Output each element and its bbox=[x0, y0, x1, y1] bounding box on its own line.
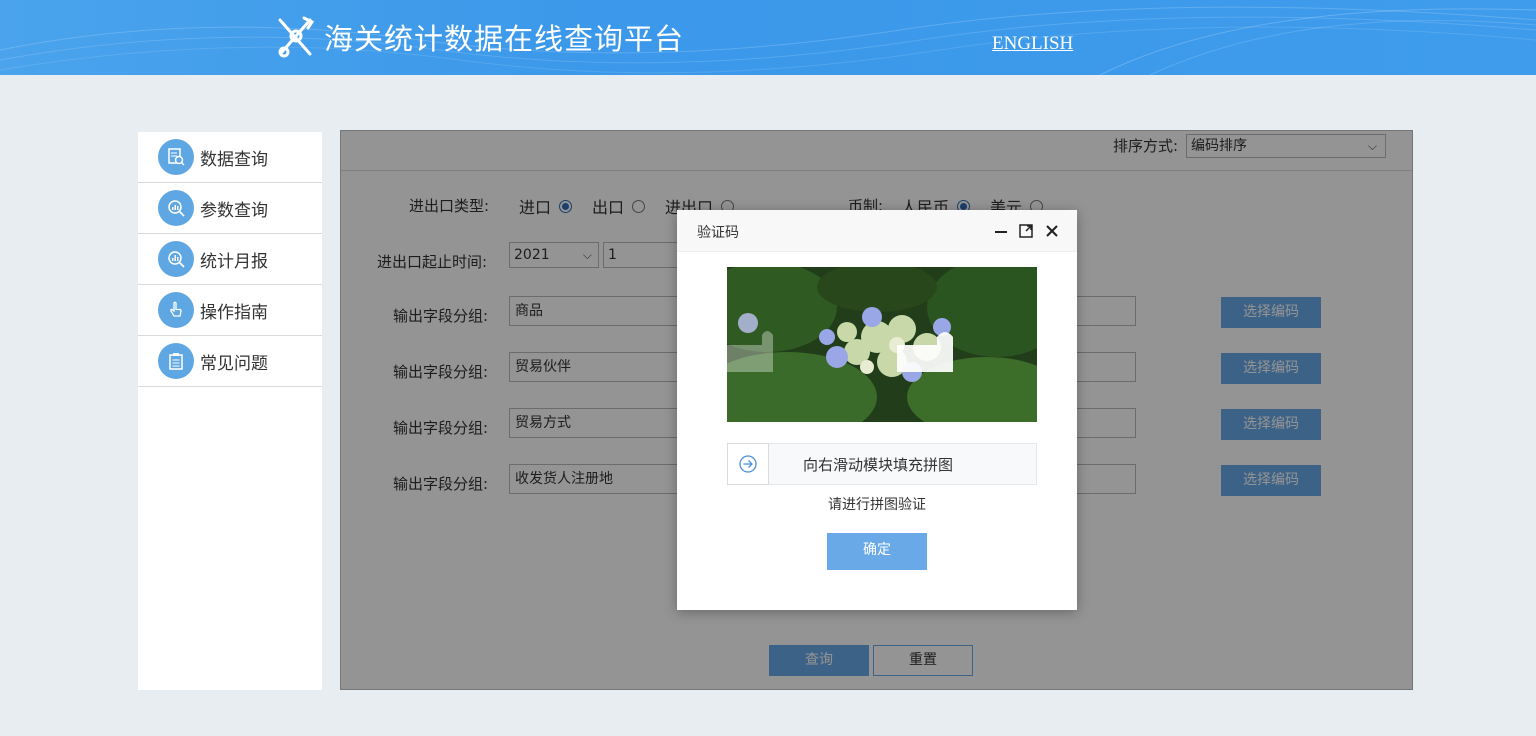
document-search-icon bbox=[158, 139, 194, 175]
confirm-button[interactable]: 确定 bbox=[827, 533, 927, 570]
sidebar-item-label: 参数查询 bbox=[200, 200, 268, 221]
captcha-hint: 请进行拼图验证 bbox=[828, 497, 926, 513]
hydrangea-photo bbox=[727, 267, 1037, 422]
captcha-puzzle-image bbox=[727, 267, 1037, 422]
english-language-link[interactable]: ENGLISH bbox=[992, 33, 1073, 55]
sidebar-item-label: 操作指南 bbox=[200, 302, 268, 323]
captcha-dialog-header: 验证码 bbox=[677, 210, 1077, 252]
maximize-icon[interactable] bbox=[1017, 222, 1035, 240]
sidebar-nav: 数据查询 参数查询 统计月报 操作指南 常见问题 bbox=[138, 132, 322, 690]
close-icon[interactable] bbox=[1043, 222, 1061, 240]
magnifier-chart-icon bbox=[158, 241, 194, 277]
sidebar-item-parameter-query[interactable]: 参数查询 bbox=[138, 183, 322, 234]
customs-emblem-icon bbox=[278, 16, 315, 58]
sidebar-item-faq[interactable]: 常见问题 bbox=[138, 336, 322, 387]
arrow-right-circle-icon bbox=[739, 455, 757, 473]
sidebar-item-label: 统计月报 bbox=[200, 251, 268, 272]
captcha-slider-text: 向右滑动模块填充拼图 bbox=[803, 456, 954, 474]
minimize-icon[interactable] bbox=[992, 222, 1010, 240]
sidebar-item-guide[interactable]: 操作指南 bbox=[138, 285, 322, 336]
magnifier-chart-icon bbox=[158, 190, 194, 226]
captcha-dialog-title: 验证码 bbox=[697, 225, 739, 241]
sidebar-item-data-query[interactable]: 数据查询 bbox=[138, 132, 322, 183]
header-wave-decoration bbox=[0, 6, 1536, 75]
hand-pointer-icon bbox=[158, 292, 194, 328]
site-header: 海关统计数据在线查询平台 ENGLISH bbox=[0, 0, 1536, 75]
clipboard-icon bbox=[158, 343, 194, 379]
captcha-slider-track[interactable]: 向右滑动模块填充拼图 bbox=[727, 443, 1037, 485]
captcha-dialog: 验证码 向右滑动模块填充拼图 请进行拼图验证 确定 bbox=[677, 210, 1077, 610]
captcha-slider-handle[interactable] bbox=[727, 443, 769, 485]
sidebar-item-label: 数据查询 bbox=[200, 149, 268, 170]
site-title: 海关统计数据在线查询平台 bbox=[324, 22, 685, 56]
sidebar-item-label: 常见问题 bbox=[200, 353, 268, 374]
sidebar-item-monthly-report[interactable]: 统计月报 bbox=[138, 234, 322, 285]
